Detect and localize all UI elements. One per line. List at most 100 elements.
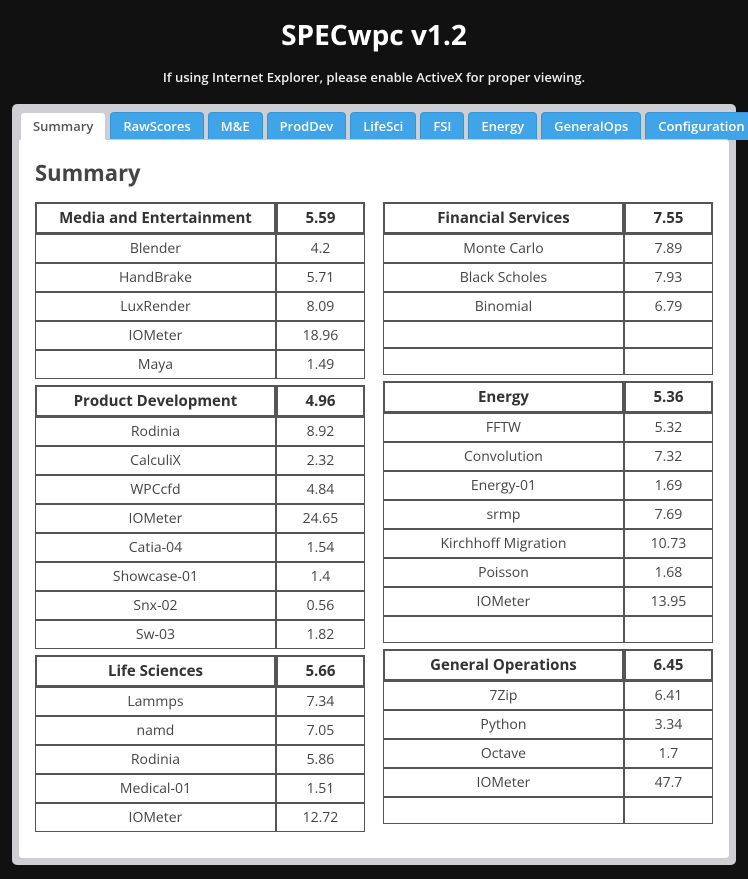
table-row: LuxRender8.09 [35,292,365,321]
table-row [383,616,713,643]
benchmark-name: Catia-04 [35,533,276,562]
benchmark-value: 10.73 [624,529,713,558]
summary-layout: Media and Entertainment5.59Blender4.2Han… [35,202,713,838]
tab-summary[interactable]: Summary [20,112,106,140]
tab-m-e[interactable]: M&E [208,112,263,140]
section-score: 5.66 [276,655,365,687]
tab-lifesci[interactable]: LifeSci [350,112,416,140]
table-row: WPCcfd4.84 [35,475,365,504]
benchmark-value [624,348,713,375]
benchmark-name: IOMeter [35,504,276,533]
benchmark-name: IOMeter [35,803,276,832]
benchmark-value: 7.93 [624,263,713,292]
section-title: Energy [383,381,624,413]
page-header: SPECwpc v1.2 If using Internet Explorer,… [0,0,748,104]
benchmark-name: srmp [383,500,624,529]
benchmark-value: 1.69 [624,471,713,500]
table-row: HandBrake5.71 [35,263,365,292]
activex-notice: If using Internet Explorer, please enabl… [0,68,748,86]
benchmark-value: 7.05 [276,716,365,745]
table-row [383,797,713,824]
tab-proddev[interactable]: ProdDev [267,112,347,140]
benchmark-value: 6.79 [624,292,713,321]
left-column: Media and Entertainment5.59Blender4.2Han… [35,202,365,838]
summary-table: Media and Entertainment5.59Blender4.2Han… [35,202,365,379]
table-row: IOMeter24.65 [35,504,365,533]
benchmark-value: 6.41 [624,681,713,710]
benchmark-name: Medical-01 [35,774,276,803]
benchmark-name: 7Zip [383,681,624,710]
benchmark-name [383,797,624,824]
benchmark-name: IOMeter [35,321,276,350]
benchmark-name: WPCcfd [35,475,276,504]
tab-energy[interactable]: Energy [468,112,537,140]
benchmark-value: 47.7 [624,768,713,797]
benchmark-value [624,797,713,824]
benchmark-name: IOMeter [383,587,624,616]
benchmark-value: 1.54 [276,533,365,562]
benchmark-name: LuxRender [35,292,276,321]
section-header-row: Product Development4.96 [35,385,365,417]
table-row: Sw-031.82 [35,620,365,649]
content-heading: Summary [35,158,713,188]
benchmark-name: Black Scholes [383,263,624,292]
table-row [383,348,713,375]
table-row: Convolution7.32 [383,442,713,471]
tab-generalops[interactable]: GeneralOps [541,112,641,140]
section-title: Life Sciences [35,655,276,687]
main-panel: SummaryRawScoresM&EProdDevLifeSciFSIEner… [12,104,736,865]
section-header-row: Life Sciences5.66 [35,655,365,687]
table-row: srmp7.69 [383,500,713,529]
benchmark-value: 1.68 [624,558,713,587]
tab-rawscores[interactable]: RawScores [110,112,203,140]
table-row: Binomial6.79 [383,292,713,321]
section-title: Media and Entertainment [35,202,276,234]
section-score: 6.45 [624,649,713,681]
benchmark-name: Monte Carlo [383,234,624,263]
benchmark-value: 1.4 [276,562,365,591]
benchmark-value: 5.86 [276,745,365,774]
table-row: Octave1.7 [383,739,713,768]
benchmark-name: Poisson [383,558,624,587]
section-title: General Operations [383,649,624,681]
benchmark-name: HandBrake [35,263,276,292]
benchmark-value: 7.34 [276,687,365,716]
benchmark-value: 2.32 [276,446,365,475]
benchmark-value: 7.89 [624,234,713,263]
benchmark-value [624,321,713,348]
section-header-row: Media and Entertainment5.59 [35,202,365,234]
table-row: IOMeter18.96 [35,321,365,350]
benchmark-name [383,348,624,375]
section-score: 5.59 [276,202,365,234]
table-row: Kirchhoff Migration10.73 [383,529,713,558]
benchmark-value: 1.82 [276,620,365,649]
summary-table: Product Development4.96Rodinia8.92Calcul… [35,385,365,649]
table-row: Python3.34 [383,710,713,739]
benchmark-value [624,616,713,643]
table-row: Energy-011.69 [383,471,713,500]
tab-content: Summary Media and Entertainment5.59Blend… [18,139,730,859]
benchmark-value: 5.32 [624,413,713,442]
benchmark-name: Convolution [383,442,624,471]
table-row: Lammps7.34 [35,687,365,716]
table-row: Poisson1.68 [383,558,713,587]
table-row: Rodinia5.86 [35,745,365,774]
table-row: Blender4.2 [35,234,365,263]
tab-bar: SummaryRawScoresM&EProdDevLifeSciFSIEner… [18,110,730,140]
benchmark-value: 13.95 [624,587,713,616]
benchmark-name: Kirchhoff Migration [383,529,624,558]
benchmark-value: 5.71 [276,263,365,292]
table-row: IOMeter47.7 [383,768,713,797]
benchmark-name: Octave [383,739,624,768]
benchmark-value: 3.34 [624,710,713,739]
tab-fsi[interactable]: FSI [420,112,464,140]
benchmark-name [383,616,624,643]
page-title: SPECwpc v1.2 [0,16,748,54]
summary-table: Energy5.36FFTW5.32Convolution7.32Energy-… [383,381,713,643]
table-row [383,321,713,348]
section-title: Financial Services [383,202,624,234]
section-header-row: Energy5.36 [383,381,713,413]
section-score: 5.36 [624,381,713,413]
benchmark-value: 1.7 [624,739,713,768]
tab-configuration[interactable]: Configuration [645,112,748,140]
